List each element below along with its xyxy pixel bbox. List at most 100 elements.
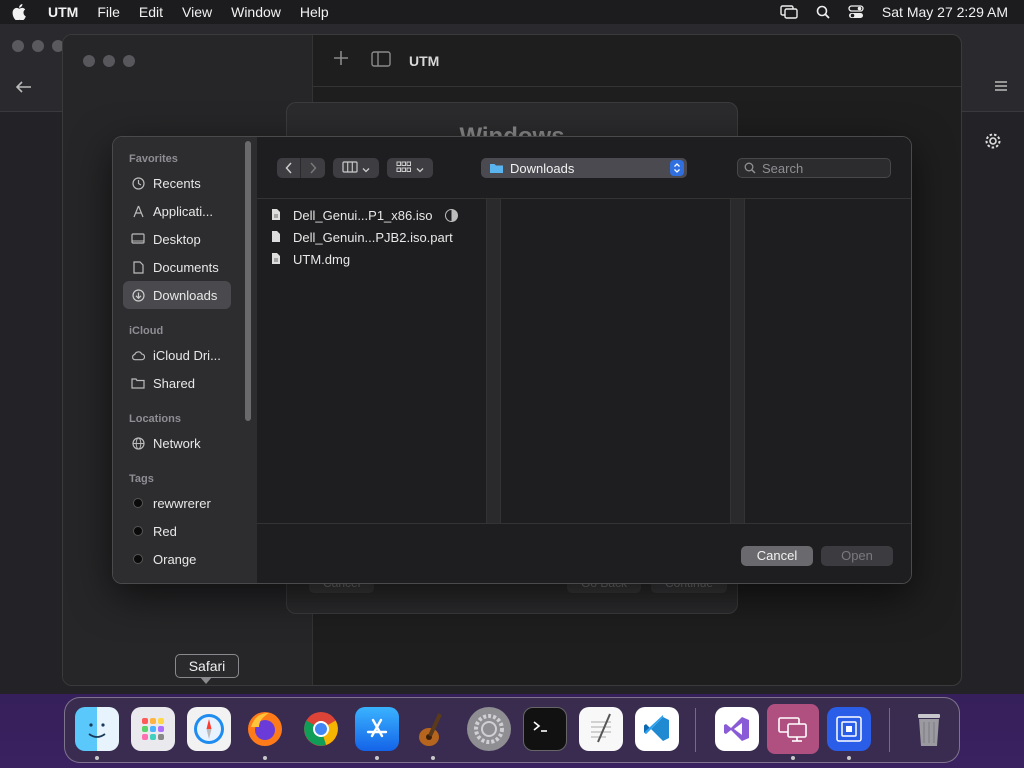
trash-icon[interactable] bbox=[907, 707, 951, 751]
cancel-button[interactable]: Cancel bbox=[741, 546, 813, 566]
sidebar-item-documents[interactable]: Documents bbox=[123, 253, 231, 281]
sidebar-item-icloud-drive[interactable]: iCloud Dri... bbox=[123, 341, 231, 369]
sidebar-item-label: iCloud Dri... bbox=[153, 347, 221, 363]
sidebar-item-label: Shared bbox=[153, 375, 195, 391]
menu-edit[interactable]: Edit bbox=[139, 4, 163, 20]
file-icon bbox=[271, 208, 283, 222]
sidebar-item-desktop[interactable]: Desktop bbox=[123, 225, 231, 253]
up-down-chevrons-icon bbox=[670, 160, 684, 176]
menu-clock[interactable]: Sat May 27 2:29 AM bbox=[882, 4, 1008, 20]
file-column-2 bbox=[501, 199, 745, 523]
close-window-button[interactable] bbox=[83, 55, 95, 67]
chevron-down-icon bbox=[416, 161, 424, 176]
globe-icon bbox=[131, 436, 145, 450]
spotlight-search-icon[interactable] bbox=[816, 5, 830, 19]
locations-header: Locations bbox=[129, 413, 181, 425]
back-button[interactable] bbox=[277, 158, 301, 178]
menu-lines-icon[interactable] bbox=[994, 80, 1008, 95]
utm-icon[interactable] bbox=[767, 704, 819, 754]
sidebar-item-label: Red bbox=[153, 523, 177, 539]
applications-icon bbox=[131, 204, 145, 218]
file-row[interactable]: Dell_Genuin...PJB2.iso.part bbox=[271, 227, 453, 247]
download-progress-icon bbox=[445, 209, 458, 222]
system-settings-icon[interactable] bbox=[467, 707, 511, 751]
finder-icon[interactable] bbox=[75, 707, 119, 751]
column-view-button[interactable] bbox=[333, 158, 379, 178]
file-row[interactable]: UTM.dmg bbox=[271, 249, 350, 269]
search-placeholder: Search bbox=[762, 160, 804, 176]
sidebar-item-label: Orange bbox=[153, 551, 197, 567]
file-column-1: Dell_Genui...P1_x86.iso Dell_Genuin...PJ… bbox=[257, 199, 501, 523]
sidebar-item-label: Desktop bbox=[153, 231, 201, 247]
location-popup[interactable]: Downloads bbox=[481, 158, 687, 178]
dialog-browser: Downloads Search Dell_Genui...P1_x86.iso… bbox=[257, 137, 911, 583]
screen-mirroring-icon[interactable] bbox=[780, 5, 798, 19]
terminal-icon[interactable] bbox=[523, 707, 567, 751]
apple-menu-icon[interactable] bbox=[12, 4, 30, 20]
sidebar-item-network[interactable]: Network bbox=[123, 429, 231, 457]
utm-toolbar: UTM bbox=[313, 35, 961, 87]
tag-dot-icon bbox=[131, 552, 145, 566]
document-icon bbox=[131, 260, 145, 274]
favorites-header: Favorites bbox=[129, 153, 178, 165]
file-icon bbox=[271, 252, 283, 266]
dialog-sidebar: Favorites Recents Applicati... Desktop D… bbox=[113, 137, 257, 583]
folder-icon bbox=[489, 162, 504, 174]
column-resize-bar[interactable] bbox=[730, 199, 744, 523]
launchpad-icon[interactable] bbox=[131, 707, 175, 751]
sidebar-item-shared[interactable]: Shared bbox=[123, 369, 231, 397]
garageband-icon[interactable] bbox=[411, 707, 455, 751]
sidebar-tag-item[interactable]: Red bbox=[123, 517, 231, 545]
open-button[interactable]: Open bbox=[821, 546, 893, 566]
minimize-window-button[interactable] bbox=[103, 55, 115, 67]
settings-gear-icon[interactable] bbox=[984, 132, 1002, 153]
file-name: UTM.dmg bbox=[293, 251, 351, 267]
toggle-sidebar-icon[interactable] bbox=[371, 51, 391, 70]
control-center-icon[interactable] bbox=[848, 5, 864, 19]
group-options-button[interactable] bbox=[387, 158, 433, 178]
menu-window[interactable]: Window bbox=[231, 4, 281, 20]
app-store-icon[interactable] bbox=[355, 707, 399, 751]
shared-folder-icon bbox=[131, 376, 145, 390]
utm-window-title: UTM bbox=[409, 52, 440, 69]
safari-icon[interactable] bbox=[187, 707, 231, 751]
sidebar-scrollbar[interactable] bbox=[245, 141, 251, 421]
zoom-window-button[interactable] bbox=[123, 55, 135, 67]
menu-bar: UTM File Edit View Window Help Sat May 2… bbox=[0, 0, 1024, 24]
dock-tooltip: Safari bbox=[175, 654, 239, 678]
chrome-icon[interactable] bbox=[299, 707, 343, 751]
vscode-icon[interactable] bbox=[635, 707, 679, 751]
sidebar-item-label: Downloads bbox=[153, 287, 218, 303]
search-field[interactable]: Search bbox=[737, 158, 891, 178]
sidebar-tag-item[interactable]: rewwrerer bbox=[123, 489, 231, 517]
column-resize-bar[interactable] bbox=[486, 199, 500, 523]
tag-dot-icon bbox=[131, 496, 145, 510]
textedit-icon[interactable] bbox=[579, 707, 623, 751]
forward-button[interactable] bbox=[301, 158, 325, 178]
back-arrow-icon[interactable] bbox=[15, 80, 32, 98]
menu-help[interactable]: Help bbox=[300, 4, 329, 20]
visual-studio-icon[interactable] bbox=[715, 707, 759, 751]
dock bbox=[64, 697, 960, 763]
sidebar-item-downloads[interactable]: Downloads bbox=[123, 281, 231, 309]
sidebar-item-recents[interactable]: Recents bbox=[123, 169, 231, 197]
sidebar-item-label: Network bbox=[153, 435, 201, 451]
screen-icon[interactable] bbox=[827, 707, 871, 751]
tag-dot-icon bbox=[131, 524, 145, 538]
location-label: Downloads bbox=[510, 160, 575, 176]
file-row[interactable]: Dell_Genui...P1_x86.iso bbox=[271, 205, 432, 225]
firefox-icon[interactable] bbox=[243, 707, 287, 751]
dialog-toolbar: Downloads Search bbox=[257, 137, 911, 199]
columns-icon bbox=[342, 160, 358, 176]
grid-icon bbox=[396, 161, 412, 176]
back-forward-buttons bbox=[277, 158, 325, 178]
cloud-icon bbox=[131, 348, 145, 362]
sidebar-item-label: Documents bbox=[153, 259, 219, 275]
sidebar-item-applications[interactable]: Applicati... bbox=[123, 197, 231, 225]
sidebar-tag-item[interactable]: Orange bbox=[123, 545, 231, 573]
menu-view[interactable]: View bbox=[182, 4, 212, 20]
menu-file[interactable]: File bbox=[97, 4, 120, 20]
add-vm-icon[interactable] bbox=[333, 49, 349, 72]
chevron-down-icon bbox=[362, 161, 370, 176]
menu-app-name[interactable]: UTM bbox=[48, 4, 78, 20]
